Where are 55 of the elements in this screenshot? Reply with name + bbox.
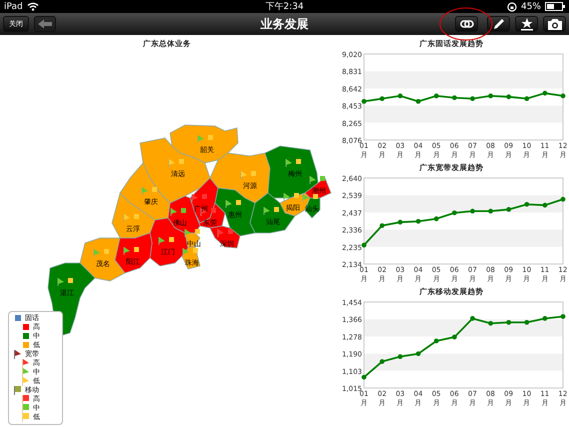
data-point — [416, 218, 421, 224]
data-point — [488, 94, 494, 98]
data-point — [452, 334, 457, 340]
data-point — [434, 338, 439, 344]
data-point — [542, 202, 548, 208]
data-point — [488, 208, 494, 214]
status-time: 下午2:34 — [265, 0, 304, 13]
wifi-icon — [26, 2, 39, 11]
battery-percent: 45% — [520, 2, 541, 12]
data-point — [506, 207, 512, 212]
data-point — [452, 95, 457, 100]
data-point — [434, 94, 439, 98]
data-point — [398, 94, 403, 98]
data-point — [470, 96, 475, 102]
camera-icon — [546, 18, 562, 30]
data-point — [560, 94, 566, 98]
link-button[interactable] — [455, 16, 478, 32]
data-point — [380, 96, 384, 102]
pencil-icon — [492, 17, 506, 31]
favorite-button[interactable] — [515, 16, 538, 32]
data-point — [470, 316, 475, 321]
data-point — [398, 354, 403, 360]
data-point — [542, 316, 548, 321]
camera-button[interactable] — [543, 16, 566, 32]
data-point — [470, 208, 475, 214]
data-point — [452, 210, 457, 216]
map-region[interactable] — [264, 146, 318, 198]
rotation-lock-icon — [506, 2, 517, 12]
data-point — [488, 320, 494, 326]
battery-icon — [545, 2, 565, 11]
data-point — [524, 96, 530, 102]
data-point — [434, 216, 439, 222]
data-point — [362, 98, 366, 104]
map-region[interactable] — [114, 232, 152, 274]
data-point — [416, 98, 421, 104]
data-point — [362, 242, 366, 248]
map-region[interactable] — [304, 198, 320, 219]
data-point — [524, 202, 530, 207]
data-point — [380, 223, 384, 228]
data-point — [524, 320, 530, 325]
link-icon — [460, 20, 474, 28]
back-arrow-icon — [37, 19, 53, 29]
data-point — [416, 351, 421, 356]
data-point — [362, 374, 366, 380]
data-point — [398, 220, 403, 225]
toolbar-title: 业务发展 — [260, 16, 308, 32]
edit-button[interactable] — [487, 16, 510, 32]
data-point — [560, 314, 566, 319]
data-point — [542, 90, 548, 96]
data-point — [506, 94, 512, 100]
data-point — [506, 320, 512, 325]
star-icon — [520, 17, 534, 31]
data-point — [380, 359, 384, 364]
data-point — [560, 196, 566, 202]
device-name: iPad — [4, 2, 23, 12]
